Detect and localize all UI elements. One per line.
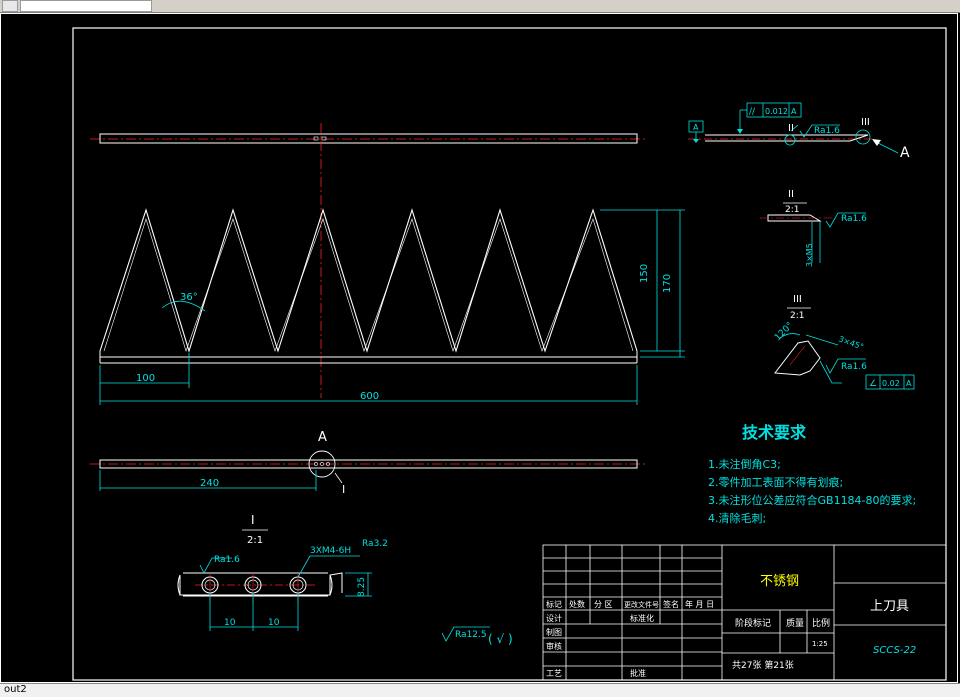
row-label-6: 年 月 日: [685, 599, 714, 609]
sheet-outer-border: [0, 13, 958, 683]
detail-ii-scale: 2:1: [785, 205, 799, 215]
section-a-label: A: [318, 430, 327, 445]
detail-i-roughness-right: Ra3.2: [362, 539, 388, 549]
tech-req-line-3: 3.未注形位公差应符合GB1184-80的要求;: [708, 493, 916, 507]
toolbar-control[interactable]: [2, 0, 18, 12]
side-label-2: 制图: [546, 627, 562, 637]
side-label-1: 设计: [546, 613, 562, 623]
datum-a-flag: A: [693, 123, 699, 132]
top-roughness: Ra1.6: [814, 126, 840, 136]
total-height-dim: 170: [662, 274, 673, 293]
angularity-value: 0.02: [882, 379, 900, 388]
drawing-number: SCCS-22: [873, 645, 916, 656]
tech-req-line-2: 2.零件加工表面不得有划痕;: [708, 475, 843, 489]
tech-req-title: 技术要求: [742, 423, 807, 442]
top-view: [90, 133, 648, 144]
angle-45-dim: 3×45°: [837, 334, 864, 351]
scale-value: 1:25: [812, 640, 828, 648]
chamfer-dim: 3×M5: [805, 243, 814, 267]
scale-label: 比例: [812, 617, 830, 629]
parallel-symbol: //: [749, 107, 756, 117]
angularity-ref: A: [906, 379, 912, 388]
detail-ii-title: II: [788, 189, 794, 200]
row-label-4: 更改文件号: [624, 600, 659, 609]
stage-label: 阶段标记: [735, 617, 771, 629]
section-i-label: I: [342, 483, 345, 496]
layout-tab[interactable]: out2: [0, 684, 31, 696]
view-arrow-a: A: [900, 145, 910, 161]
parallel-value: 0.012: [765, 107, 788, 116]
drawing-svg: 36° 150 170 100 600 A I 240 I 2:1 Ra1.6 …: [0, 13, 958, 683]
detail-iii-scale: 2:1: [790, 311, 804, 321]
detail-iii-callout: III: [861, 117, 870, 128]
toolbar-input[interactable]: [20, 0, 152, 12]
angularity-symbol: ∠: [869, 379, 877, 389]
main-dimensions: [99, 209, 685, 405]
detail-ii-callout: II: [788, 123, 794, 134]
detail-iii-roughness: Ra1.6: [841, 362, 867, 372]
approve-label: 批准: [630, 668, 646, 678]
general-roughness-symbol: ( √ ): [488, 632, 513, 646]
side-label-3: 审核: [546, 641, 562, 651]
part-name: 上刀具: [870, 599, 909, 614]
detail-i-roughness-left: Ra1.6: [214, 555, 240, 565]
detail-i-title: I: [251, 513, 255, 527]
height-825-dim: 8.25: [357, 577, 367, 597]
angle-120-dim: 120°: [773, 321, 795, 343]
row-label-2: 处数: [569, 599, 585, 609]
tooth-height-dim: 150: [639, 264, 650, 283]
tech-req-line-1: 1.未注倒角C3;: [708, 457, 781, 471]
side-label-4: 工艺: [546, 669, 562, 678]
hole-pitch-1: 10: [224, 618, 236, 628]
hole-offset-dim: 240: [200, 478, 219, 489]
pitch-dim: 100: [136, 373, 155, 384]
std-label: 标准化: [630, 613, 654, 623]
length-dim: 600: [360, 391, 379, 402]
thread-callout: 3XM4-6H: [310, 546, 351, 556]
row-label-5: 签名: [663, 599, 679, 609]
row-label-1: 标记: [546, 599, 562, 609]
top-toolbar: [0, 0, 960, 13]
hole-pitch-2: 10: [268, 618, 280, 628]
general-roughness-value: Ra12.5: [455, 630, 487, 640]
row-label-3: 分 区: [594, 600, 613, 609]
bottom-view: [90, 450, 648, 491]
layout-tab-bar: out2: [0, 683, 960, 697]
front-view-teeth: [99, 123, 638, 398]
parallel-ref: A: [791, 107, 797, 116]
tech-req-line-4: 4.清除毛刺;: [708, 511, 766, 525]
weight-label: 质量: [786, 617, 804, 629]
detail-i-scale: 2:1: [247, 535, 263, 546]
detail-iii-title: III: [793, 294, 802, 305]
cad-drawing-canvas[interactable]: 36° 150 170 100 600 A I 240 I 2:1 Ra1.6 …: [0, 13, 960, 683]
angle-dim: 36°: [180, 292, 198, 303]
material: 不锈钢: [760, 574, 799, 589]
sheet-info: 共27张 第21张: [732, 659, 794, 671]
detail-ii-roughness: Ra1.6: [841, 214, 867, 224]
